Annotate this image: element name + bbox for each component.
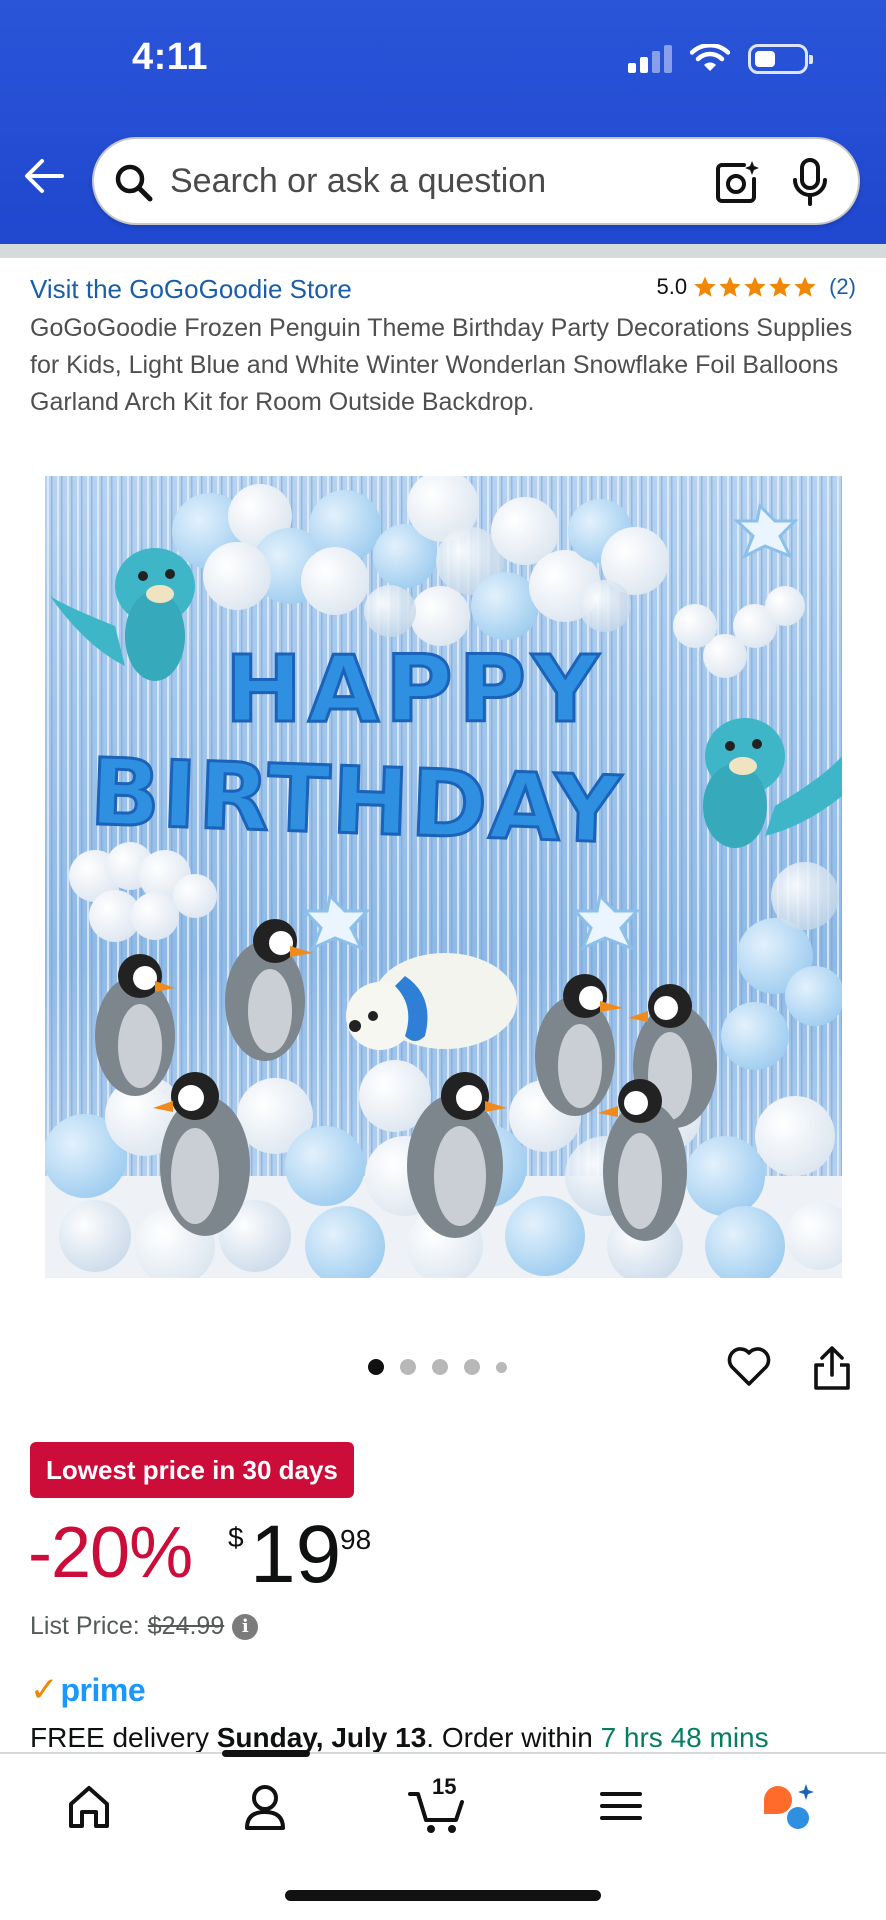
- delivery-middle: . Order within: [426, 1722, 601, 1753]
- product-image[interactable]: HAPPY BIRTHDAY: [45, 476, 842, 1278]
- heart-icon[interactable]: [726, 1345, 772, 1387]
- top-header: 4:11 Search or ask a question: [0, 0, 886, 244]
- star-icon: [719, 276, 741, 297]
- carousel-dot-4[interactable]: [464, 1359, 480, 1375]
- store-link[interactable]: Visit the GoGoGoodie Store: [30, 274, 352, 305]
- delivery-info: FREE delivery Sunday, July 13. Order wit…: [30, 1722, 769, 1754]
- star-icon: [694, 276, 716, 297]
- list-price-label: List Price:: [30, 1612, 140, 1640]
- tab-account[interactable]: [230, 1776, 300, 1836]
- account-icon: [245, 1785, 285, 1830]
- prime-logo-text: prime: [60, 1672, 146, 1708]
- image-text-birthday: BIRTHDAY: [88, 739, 624, 865]
- wifi-icon: [690, 44, 730, 71]
- cart-count: 15: [432, 1774, 457, 1799]
- tab-home[interactable]: [54, 1776, 124, 1836]
- rating-value: 5.0: [656, 274, 688, 299]
- deal-badge: Lowest price in 30 days: [30, 1442, 354, 1498]
- delivery-date[interactable]: Sunday, July 13: [217, 1722, 427, 1753]
- camera-lens-icon[interactable]: [714, 159, 760, 205]
- prime-badge: ✓ prime: [30, 1670, 146, 1710]
- prime-check-icon: ✓: [30, 1671, 59, 1709]
- image-text-happy: HAPPY: [225, 636, 605, 743]
- battery-icon: [748, 44, 813, 74]
- tab-menu[interactable]: [586, 1776, 656, 1836]
- product-photo-illustration: HAPPY BIRTHDAY: [45, 476, 842, 1278]
- tab-active-indicator: [222, 1750, 310, 1757]
- carousel-dot-2[interactable]: [400, 1359, 416, 1375]
- star-icon: [769, 276, 791, 297]
- search-input[interactable]: Search or ask a question: [170, 162, 546, 201]
- rufus-icon: [764, 1784, 814, 1829]
- carousel-dot-5[interactable]: [496, 1361, 507, 1373]
- product-title: GoGoGoodie Frozen Penguin Theme Birthday…: [30, 314, 853, 416]
- price-fraction: 98: [340, 1524, 372, 1555]
- carousel-dot-1[interactable]: [368, 1359, 384, 1375]
- home-icon: [69, 1786, 109, 1828]
- tab-cart[interactable]: 15: [404, 1774, 474, 1836]
- search-bar[interactable]: Search or ask a question: [92, 137, 860, 225]
- discount-percent: -20%: [28, 1513, 193, 1593]
- status-time: 4:11: [132, 36, 208, 78]
- delivery-prefix: FREE delivery: [30, 1722, 217, 1753]
- rating-stars: [693, 275, 817, 299]
- info-icon[interactable]: i: [232, 1613, 259, 1640]
- back-arrow-icon[interactable]: [22, 156, 66, 196]
- price-currency-symbol: $: [228, 1522, 244, 1553]
- menu-icon: [600, 1792, 642, 1820]
- star-icon: [744, 276, 766, 297]
- home-indicator: [285, 1890, 601, 1901]
- header-divider: [0, 244, 886, 258]
- cellular-signal-icon: [628, 45, 672, 73]
- image-carousel-dots[interactable]: [368, 1359, 507, 1375]
- carousel-dot-3[interactable]: [432, 1359, 448, 1375]
- star-icon: [794, 276, 816, 297]
- share-icon[interactable]: [812, 1345, 852, 1391]
- delivery-countdown: 7 hrs 48 mins: [600, 1722, 769, 1753]
- tab-rufus[interactable]: [758, 1776, 828, 1836]
- microphone-icon[interactable]: [790, 157, 830, 207]
- search-icon: [115, 164, 153, 202]
- list-price: List Price: $24.99 i: [30, 1612, 259, 1641]
- rating-summary[interactable]: 5.0 (2): [657, 274, 856, 300]
- price-whole: 19: [250, 1509, 342, 1600]
- list-price-value: $24.99: [147, 1612, 225, 1640]
- status-icons: [628, 42, 813, 76]
- rating-count[interactable]: (2): [829, 274, 856, 300]
